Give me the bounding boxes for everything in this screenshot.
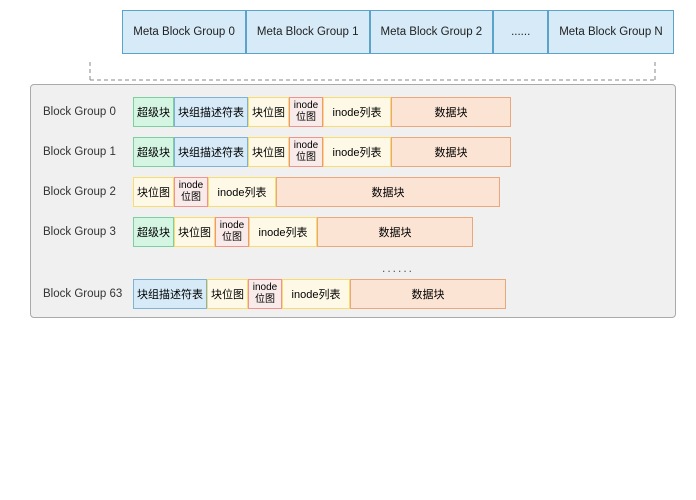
meta-block-0: Meta Block Group 0 — [122, 10, 246, 54]
cell-inode-bitmap-2: inode位图 — [174, 177, 208, 207]
cell-super-1: 超级块 — [133, 137, 174, 167]
main-layout: Meta Block Group 0 Meta Block Group 1 Me… — [0, 0, 696, 500]
meta-block-n: Meta Block Group N — [548, 10, 674, 54]
cell-data-2: 数据块 — [276, 177, 500, 207]
block-group-label-0: Block Group 0 — [43, 106, 133, 118]
cell-data-3: 数据块 — [317, 217, 473, 247]
cell-block-desc-1: 块组描述符表 — [174, 137, 248, 167]
connector-svg — [30, 62, 660, 84]
cell-inode-list-1: inode列表 — [323, 137, 391, 167]
cell-data-63: 数据块 — [350, 279, 506, 309]
cell-bitmap-63: 块位图 — [207, 279, 248, 309]
block-group-row-2: Block Group 2 块位图 inode位图 inode列表 数据块 — [43, 177, 663, 207]
meta-block-2: Meta Block Group 2 — [370, 10, 494, 54]
block-group-row-63: Block Group 63 块组描述符表 块位图 inode位图 inode列… — [43, 279, 663, 309]
cell-block-desc-63: 块组描述符表 — [133, 279, 207, 309]
block-group-row-1: Block Group 1 超级块 块组描述符表 块位图 inode位图 ino… — [43, 137, 663, 167]
cell-inode-list-63: inode列表 — [282, 279, 350, 309]
cell-block-desc-0: 块组描述符表 — [174, 97, 248, 127]
cell-bitmap-0: 块位图 — [248, 97, 289, 127]
cell-bitmap-3: 块位图 — [174, 217, 215, 247]
cell-inode-bitmap-0: inode位图 — [289, 97, 323, 127]
meta-block-1: Meta Block Group 1 — [246, 10, 370, 54]
block-cells-2: 块位图 inode位图 inode列表 数据块 — [133, 177, 500, 207]
block-group-row-3: Block Group 3 超级块 块位图 inode位图 inode列表 数据… — [43, 217, 663, 247]
block-cells-3: 超级块 块位图 inode位图 inode列表 数据块 — [133, 217, 473, 247]
main-container: Block Group 0 超级块 块组描述符表 块位图 inode位图 ino… — [30, 84, 676, 318]
block-group-label-63: Block Group 63 — [43, 288, 133, 300]
ellipsis-row: ...... — [43, 257, 663, 279]
cell-inode-list-2: inode列表 — [208, 177, 276, 207]
cell-inode-bitmap-1: inode位图 — [289, 137, 323, 167]
block-cells-1: 超级块 块组描述符表 块位图 inode位图 inode列表 数据块 — [133, 137, 511, 167]
block-cells-63: 块组描述符表 块位图 inode位图 inode列表 数据块 — [133, 279, 506, 309]
cell-inode-list-0: inode列表 — [323, 97, 391, 127]
cell-inode-list-3: inode列表 — [249, 217, 317, 247]
block-cells-0: 超级块 块组描述符表 块位图 inode位图 inode列表 数据块 — [133, 97, 511, 127]
block-group-label-3: Block Group 3 — [43, 226, 133, 238]
cell-bitmap-2: 块位图 — [133, 177, 174, 207]
cell-bitmap-1: 块位图 — [248, 137, 289, 167]
cell-data-1: 数据块 — [391, 137, 511, 167]
meta-block-row: Meta Block Group 0 Meta Block Group 1 Me… — [115, 10, 681, 54]
block-group-label-2: Block Group 2 — [43, 186, 133, 198]
block-group-row-0: Block Group 0 超级块 块组描述符表 块位图 inode位图 ino… — [43, 97, 663, 127]
cell-super-3: 超级块 — [133, 217, 174, 247]
cell-inode-bitmap-63: inode位图 — [248, 279, 282, 309]
meta-block-ellipsis: ...... — [493, 10, 548, 54]
block-group-label-1: Block Group 1 — [43, 146, 133, 158]
cell-data-0: 数据块 — [391, 97, 511, 127]
cell-super-0: 超级块 — [133, 97, 174, 127]
cell-inode-bitmap-3: inode位图 — [215, 217, 249, 247]
